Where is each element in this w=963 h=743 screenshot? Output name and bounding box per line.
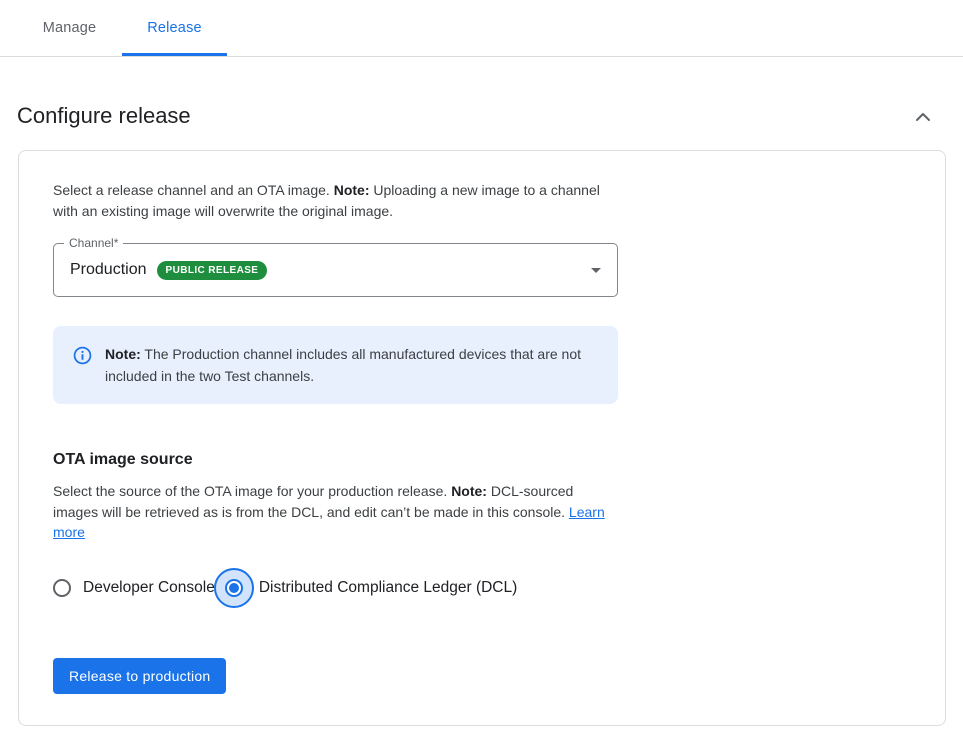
page-header: Configure release	[0, 57, 963, 129]
release-to-production-button[interactable]: Release to production	[53, 658, 226, 694]
note-bold: Note:	[105, 346, 141, 362]
tab-release[interactable]: Release	[122, 0, 227, 56]
intro-note-bold: Note:	[334, 182, 370, 198]
public-release-badge: PUBLIC RELEASE	[157, 261, 268, 280]
radio-unselected-icon	[53, 579, 71, 597]
radio-selected-icon	[214, 568, 254, 608]
radio-option-developer-console[interactable]: Developer Console	[53, 579, 215, 597]
collapse-section-button[interactable]	[911, 105, 935, 129]
intro-text: Select a release channel and an OTA imag…	[53, 180, 615, 221]
ota-desc-bold: Note:	[451, 483, 487, 499]
channel-select-value: Production	[70, 261, 147, 279]
intro-text-before: Select a release channel and an OTA imag…	[53, 182, 334, 198]
ota-source-radio-group: Developer Console Distributed Compliance…	[53, 566, 911, 610]
radio-option-dcl[interactable]: Distributed Compliance Ledger (DCL)	[215, 568, 517, 608]
note-box: Note: The Production channel includes al…	[53, 326, 618, 404]
chevron-up-icon	[911, 105, 935, 129]
note-body: The Production channel includes all manu…	[105, 346, 581, 384]
tab-manage[interactable]: Manage	[17, 0, 122, 56]
channel-select[interactable]: Channel* Production PUBLIC RELEASE	[53, 243, 618, 297]
tab-bar: Manage Release	[0, 0, 963, 57]
radio-label: Distributed Compliance Ledger (DCL)	[259, 579, 517, 597]
ota-source-description: Select the source of the OTA image for y…	[53, 481, 619, 543]
info-icon	[73, 346, 92, 365]
ota-source-heading: OTA image source	[53, 450, 911, 470]
channel-select-label: Channel*	[64, 236, 123, 250]
radio-label: Developer Console	[83, 579, 215, 597]
page-title: Configure release	[17, 103, 191, 129]
configure-release-card: Select a release channel and an OTA imag…	[18, 150, 946, 726]
note-text: Note: The Production channel includes al…	[105, 343, 594, 387]
ota-desc-before: Select the source of the OTA image for y…	[53, 483, 451, 499]
dropdown-arrow-icon	[591, 268, 601, 273]
